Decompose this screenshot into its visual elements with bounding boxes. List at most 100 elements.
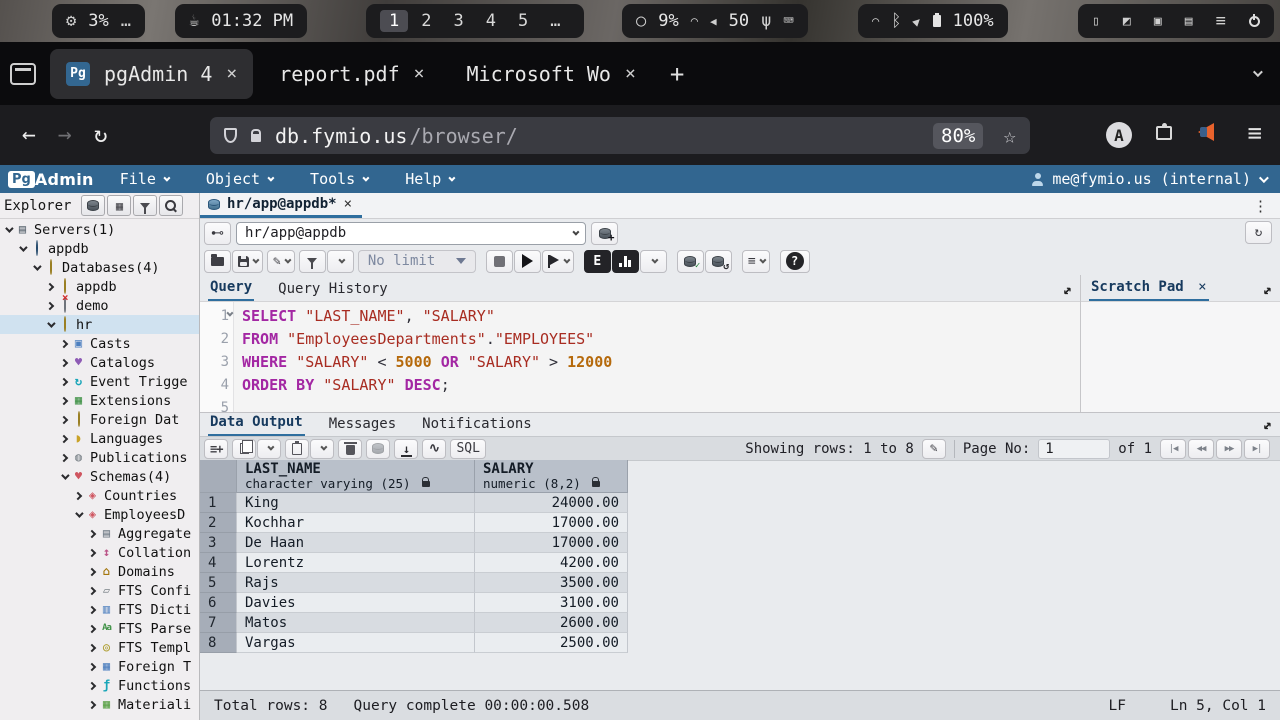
expand-icon[interactable]: ↔: [1057, 281, 1078, 302]
column-header-salary[interactable]: SALARY numeric (8,2): [475, 460, 628, 493]
status-widgets[interactable]: ○ 9% ◠ ◀ 50 ψ ⌨: [622, 4, 808, 38]
page-number-input[interactable]: 1: [1038, 439, 1110, 459]
delete-row-button[interactable]: [338, 439, 362, 459]
table-row-matos[interactable]: 7Matos2600.00: [200, 613, 628, 633]
sql-line-4[interactable]: ORDER BY "SALARY" DESC;: [242, 374, 612, 397]
close-tab-icon[interactable]: ×: [625, 63, 636, 84]
menu-file[interactable]: File: [120, 170, 168, 188]
macros-button[interactable]: ≡: [742, 250, 770, 273]
collapse-icon[interactable]: [33, 262, 41, 270]
tab-overflow-chevron-icon[interactable]: [1253, 67, 1263, 77]
expand-icon[interactable]: [88, 662, 96, 670]
tree-item-databases-4[interactable]: Databases(4): [0, 258, 199, 277]
menu-icon[interactable]: ≡: [1216, 11, 1226, 31]
zoom-level-button[interactable]: 80%: [933, 123, 983, 149]
tree-item-appdb[interactable]: appdb: [0, 239, 199, 258]
expand-icon[interactable]: [60, 453, 68, 461]
row-number[interactable]: 6: [200, 593, 237, 613]
connection-select[interactable]: hr/app@appdb: [236, 222, 586, 245]
url-bar[interactable]: db.fymio.us /browser/ 80% ☆: [210, 117, 1030, 154]
expand-icon[interactable]: [88, 548, 96, 556]
expand-icon[interactable]: [60, 358, 68, 366]
row-number[interactable]: 2: [200, 513, 237, 533]
tab-notifications[interactable]: Notifications: [420, 413, 534, 436]
expand-icon[interactable]: [60, 434, 68, 442]
workspace-2[interactable]: 2: [412, 10, 440, 32]
expand-icon[interactable]: [88, 681, 96, 689]
tree-item-hr[interactable]: hr: [0, 315, 199, 334]
tree-item-countries[interactable]: ◈Countries: [0, 486, 199, 505]
connection-status-button[interactable]: ⊷: [204, 222, 231, 245]
eol-indicator[interactable]: LF: [1109, 698, 1126, 714]
tree-item-foreign-t[interactable]: ▦Foreign T: [0, 657, 199, 676]
open-file-button[interactable]: [204, 250, 231, 273]
collapse-icon[interactable]: [19, 243, 27, 251]
scratch-pad-tab[interactable]: Scratch Pad ×: [1089, 276, 1209, 301]
save-file-button[interactable]: [232, 250, 263, 273]
tree-item-extensions[interactable]: ▦Extensions: [0, 391, 199, 410]
edit-rows-button[interactable]: ✎: [922, 439, 946, 459]
row-limit-select[interactable]: No limit: [358, 250, 476, 273]
sql-line-3[interactable]: WHERE "SALARY" < 5000 OR "SALARY" > 1200…: [242, 351, 612, 374]
explain-button[interactable]: E: [584, 250, 611, 273]
expand-icon[interactable]: [88, 567, 96, 575]
row-number[interactable]: 4: [200, 553, 237, 573]
tab-query[interactable]: Query: [208, 276, 254, 301]
filter-button[interactable]: [299, 250, 326, 273]
view-data-button[interactable]: ▦: [107, 195, 131, 216]
tree-item-servers-1[interactable]: ▤Servers(1): [0, 220, 199, 239]
rollback-button[interactable]: [705, 250, 732, 273]
sql-line-2[interactable]: FROM "EmployeesDepartments"."EMPLOYEES": [242, 328, 612, 351]
forward-icon[interactable]: →: [58, 122, 72, 148]
browser-tab-report-pdf[interactable]: report.pdf×: [263, 49, 440, 99]
sql-line-5[interactable]: [242, 397, 612, 412]
account-icon[interactable]: A: [1106, 122, 1132, 148]
table-row-vargas[interactable]: 8Vargas2500.00: [200, 633, 628, 653]
extensions-puzzle-icon[interactable]: [1156, 126, 1172, 140]
row-number[interactable]: 3: [200, 533, 237, 553]
tree-item-domains[interactable]: ⌂Domains: [0, 562, 199, 581]
clipboard-icon[interactable]: ▤: [1185, 14, 1193, 29]
collapse-icon[interactable]: [75, 509, 83, 517]
explain-options-button[interactable]: [640, 250, 667, 273]
help-button[interactable]: ?: [780, 250, 810, 273]
expand-icon[interactable]: ↔: [1257, 281, 1278, 302]
download-button[interactable]: ↓: [394, 439, 418, 459]
tree-item-schemas-4[interactable]: ♥Schemas(4): [0, 467, 199, 486]
tree-item-fts-templ[interactable]: ◎FTS Templ: [0, 638, 199, 657]
panel-menu-dots-icon[interactable]: ⋮: [1253, 197, 1268, 215]
tree-item-casts[interactable]: ▣Casts: [0, 334, 199, 353]
display-icon[interactable]: ◩: [1123, 14, 1131, 29]
sql-line-1[interactable]: SELECT "LAST_NAME", "SALARY": [242, 305, 612, 328]
cell-last-name[interactable]: Matos: [237, 613, 475, 633]
execute-query-button[interactable]: [514, 250, 541, 273]
table-row-davies[interactable]: 6Davies3100.00: [200, 593, 628, 613]
clock-widget[interactable]: ☕ 01:32 PM: [175, 4, 307, 38]
paste-button[interactable]: [285, 439, 309, 459]
copy-options-button[interactable]: [257, 439, 281, 459]
tree-item-fts-parse[interactable]: AaFTS Parse: [0, 619, 199, 638]
column-header-last-name[interactable]: LAST_NAME character varying (25): [237, 460, 475, 493]
workspace-1[interactable]: 1: [380, 10, 408, 32]
filter-options-button[interactable]: [327, 250, 354, 273]
table-row-rajs[interactable]: 5Rajs3500.00: [200, 573, 628, 593]
close-tab-icon[interactable]: ×: [414, 63, 425, 84]
system-tray[interactable]: ▯ ◩ ▣ ▤ ≡: [1078, 4, 1274, 38]
new-connection-button[interactable]: [591, 222, 618, 245]
menu-object[interactable]: Object: [206, 170, 272, 188]
table-row-de-haan[interactable]: 3De Haan17000.00: [200, 533, 628, 553]
expand-icon[interactable]: [46, 282, 54, 290]
expand-icon[interactable]: [60, 396, 68, 404]
expand-icon[interactable]: [88, 643, 96, 651]
row-number[interactable]: 1: [200, 493, 237, 513]
graph-visualiser-button[interactable]: ∿: [422, 439, 446, 459]
expand-icon[interactable]: [60, 377, 68, 385]
menu-help[interactable]: Help: [405, 170, 453, 188]
tree-item-functions[interactable]: ƒFunctions: [0, 676, 199, 695]
expand-icon[interactable]: [88, 605, 96, 613]
tree-item-demo[interactable]: demo: [0, 296, 199, 315]
edit-button[interactable]: ✎: [267, 250, 295, 273]
collapse-icon[interactable]: [5, 224, 13, 232]
connectivity-widget[interactable]: ◠ ᛒ ▶ 100%: [858, 4, 1008, 38]
last-page-button[interactable]: ▶|: [1244, 439, 1270, 459]
